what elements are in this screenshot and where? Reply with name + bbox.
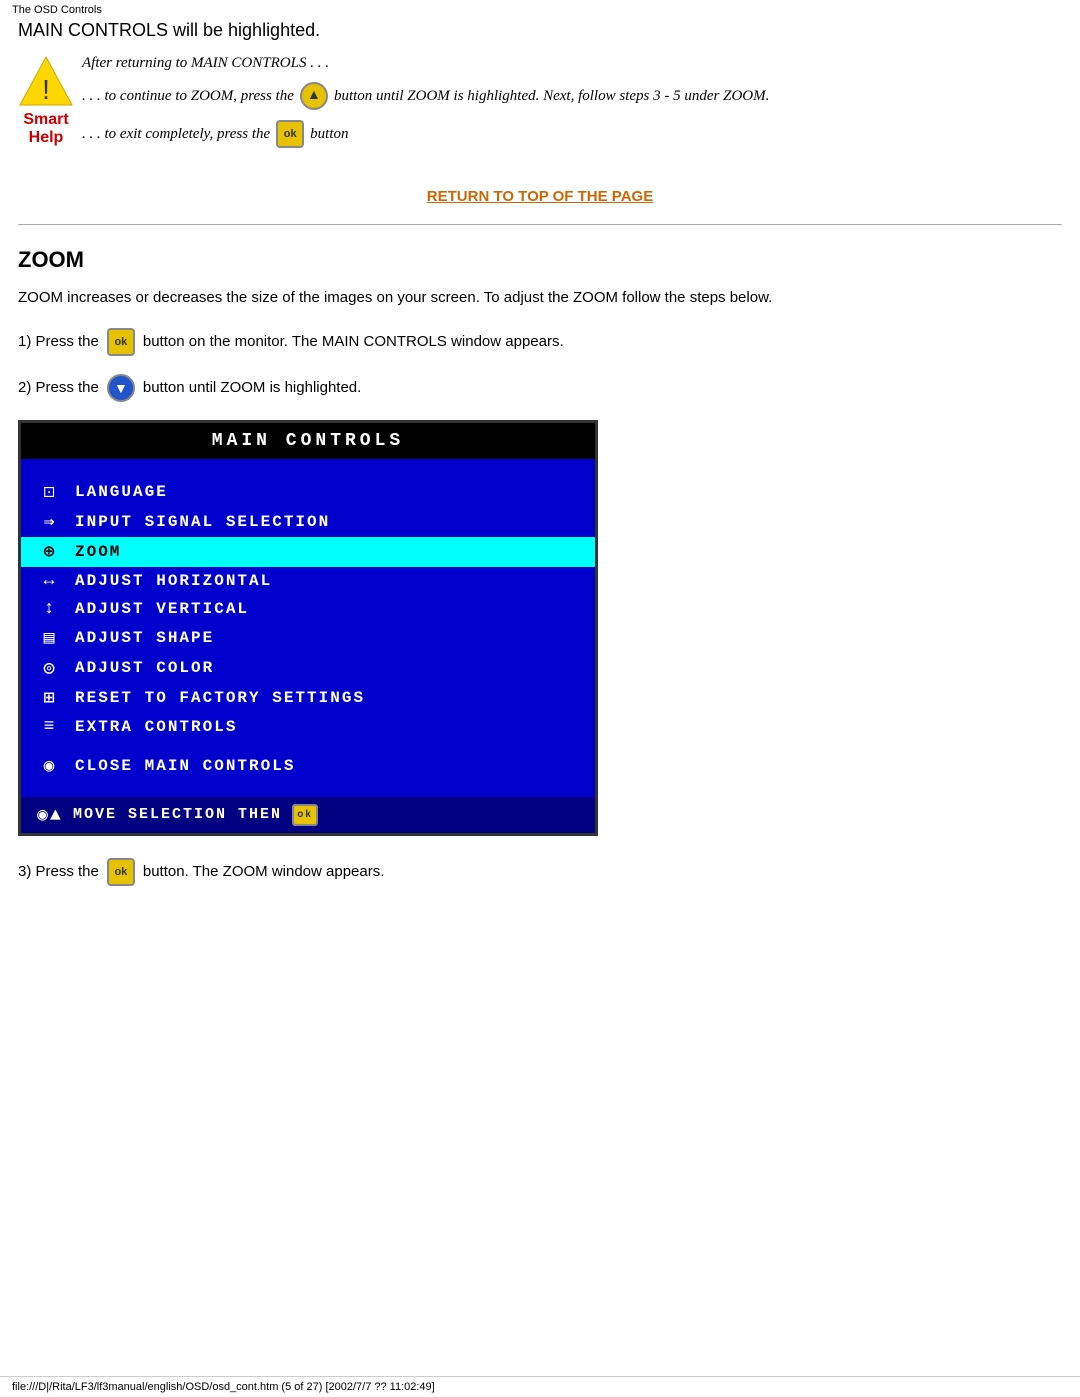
status-bar-text: file:///D|/Rita/LF3/lf3manual/english/OS… bbox=[12, 1381, 435, 1393]
status-bar: file:///D|/Rita/LF3/lf3manual/english/OS… bbox=[0, 1376, 1080, 1397]
osd-menu-label-5: ADJUST SHAPE bbox=[75, 629, 214, 647]
step1-text: 1) Press the bbox=[18, 333, 99, 350]
main-content: MAIN CONTROLS will be highlighted. ! Sma… bbox=[0, 20, 1080, 964]
smart-label: Smart bbox=[23, 111, 68, 129]
step3b-text: button. The ZOOM window appears. bbox=[143, 863, 385, 880]
zoom-text2: button until ZOOM is highlighted. Next, … bbox=[334, 88, 769, 105]
osd-bottom-label: MOVE SELECTION THEN bbox=[73, 806, 282, 823]
step2: 2) Press the ▼ button until ZOOM is high… bbox=[18, 374, 1062, 402]
close-icon: ◉ bbox=[37, 755, 63, 777]
zoom-step-line: . . . to continue to ZOOM, press the ▲ b… bbox=[82, 82, 1062, 110]
osd-menu: ⚀ LANGUAGE ⇒ INPUT SIGNAL SELECTION ⊕ ZOOM ↔ AD… bbox=[21, 459, 595, 789]
osd-menu-item-1: ⇒ INPUT SIGNAL SELECTION bbox=[21, 507, 595, 537]
bottom-nav-icon: ◉▲ bbox=[37, 804, 63, 826]
down-button: ▼ bbox=[107, 374, 135, 402]
osd-menu-item-8: ≡ EXTRA CONTROLS bbox=[21, 713, 595, 741]
step2b-text: button until ZOOM is highlighted. bbox=[143, 379, 361, 396]
osd-screen: MAIN CONTROLS ⚀ LANGUAGE ⇒ INPUT SIGNAL SEL… bbox=[18, 420, 598, 836]
osd-menu-label-6: ADJUST COLOR bbox=[75, 659, 214, 677]
osd-menu-label-3: ADJUST HORIZONTAL bbox=[75, 572, 272, 590]
ok-button-step1: ok bbox=[107, 328, 135, 356]
return-to-top-link[interactable]: RETURN TO TOP OF THE PAGE bbox=[427, 188, 653, 205]
divider bbox=[18, 224, 1062, 225]
osd-menu-label-2: ZOOM bbox=[75, 543, 121, 561]
osd-menu-label-1: INPUT SIGNAL SELECTION bbox=[75, 513, 330, 531]
warning-icon: ! bbox=[18, 55, 74, 107]
zoom-section: ZOOM ZOOM increases or decreases the siz… bbox=[18, 247, 1062, 886]
top-bar-text: The OSD Controls bbox=[12, 4, 102, 16]
osd-menu-item-7: ⊞ RESET TO FACTORY SETTINGS bbox=[21, 683, 595, 713]
osd-close-label: CLOSE MAIN CONTROLS bbox=[75, 757, 295, 775]
osd-menu-label-7: RESET TO FACTORY SETTINGS bbox=[75, 689, 365, 707]
osd-menu-icon-5: ▤ bbox=[37, 627, 63, 649]
zoom-text: . . . to continue to ZOOM, press the bbox=[82, 88, 294, 105]
after-text: After returning to MAIN CONTROLS . . . bbox=[82, 55, 1062, 72]
osd-menu-item-3: ↔ ADJUST HORIZONTAL bbox=[21, 567, 595, 595]
ok-button-exit: ok bbox=[276, 120, 304, 148]
step1b-text: button on the monitor. The MAIN CONTROLS… bbox=[143, 333, 564, 350]
osd-menu-label-0: LANGUAGE bbox=[75, 483, 168, 501]
osd-menu-label-4: ADJUST VERTICAL bbox=[75, 600, 249, 618]
up-button: ▲ bbox=[300, 82, 328, 110]
svg-text:!: ! bbox=[42, 74, 50, 105]
osd-menu-icon-7: ⊞ bbox=[37, 687, 63, 709]
osd-menu-item-5: ▤ ADJUST SHAPE bbox=[21, 623, 595, 653]
osd-menu-item-2: ⊕ ZOOM bbox=[21, 537, 595, 567]
step3-text: 3) Press the bbox=[18, 863, 99, 880]
osd-menu-item-6: ◎ ADJUST COLOR bbox=[21, 653, 595, 683]
return-link-block: RETURN TO TOP OF THE PAGE bbox=[18, 188, 1062, 206]
osd-menu-icon-8: ≡ bbox=[37, 717, 63, 737]
help-label: Help bbox=[29, 129, 64, 147]
zoom-description: ZOOM increases or decreases the size of … bbox=[18, 287, 1062, 310]
smart-help-text-col: After returning to MAIN CONTROLS . . . .… bbox=[82, 55, 1062, 158]
osd-menu-icon-1: ⇒ bbox=[37, 511, 63, 533]
top-bar: The OSD Controls bbox=[0, 0, 1080, 20]
zoom-title: ZOOM bbox=[18, 247, 1062, 273]
exit-step-line: . . . to exit completely, press the ok b… bbox=[82, 120, 1062, 148]
osd-menu-icon-4: ↕ bbox=[37, 599, 63, 619]
main-controls-heading: MAIN CONTROLS will be highlighted. bbox=[18, 20, 1062, 41]
exit-text: . . . to exit completely, press the bbox=[82, 126, 270, 143]
osd-menu-icon-0: ⚀ bbox=[37, 481, 63, 503]
smart-help-block: ! Smart Help After returning to MAIN CON… bbox=[18, 55, 1062, 158]
osd-title-bar: MAIN CONTROLS bbox=[21, 423, 595, 459]
osd-menu-item-0: ⚀ LANGUAGE bbox=[21, 477, 595, 507]
osd-close-row: ◉ CLOSE MAIN CONTROLS bbox=[21, 749, 595, 783]
osd-bottom-bar: ◉▲ MOVE SELECTION THEN ok bbox=[21, 797, 595, 833]
smart-help-icon-col: ! Smart Help bbox=[18, 55, 74, 147]
step2-text: 2) Press the bbox=[18, 379, 99, 396]
step3: 3) Press the ok button. The ZOOM window … bbox=[18, 858, 1062, 886]
osd-ok-button: ok bbox=[292, 804, 318, 826]
osd-menu-icon-6: ◎ bbox=[37, 657, 63, 679]
osd-menu-label-8: EXTRA CONTROLS bbox=[75, 718, 237, 736]
step1: 1) Press the ok button on the monitor. T… bbox=[18, 328, 1062, 356]
osd-menu-icon-2: ⊕ bbox=[37, 541, 63, 563]
osd-menu-icon-3: ↔ bbox=[37, 571, 63, 591]
ok-button-step3: ok bbox=[107, 858, 135, 886]
osd-menu-item-4: ↕ ADJUST VERTICAL bbox=[21, 595, 595, 623]
exit-text2: button bbox=[310, 126, 348, 143]
